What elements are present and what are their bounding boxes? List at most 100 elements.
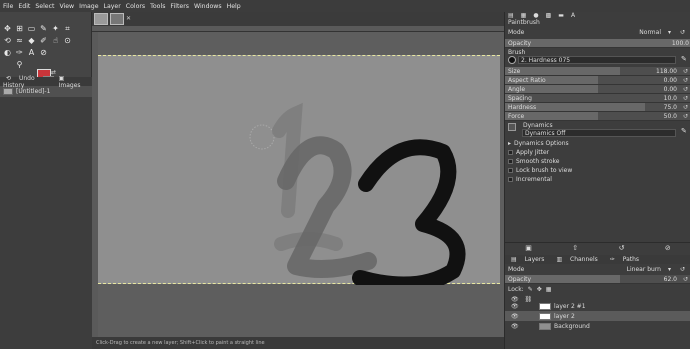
free-select-icon[interactable]: ✎ — [38, 23, 49, 34]
layer-opacity-slider[interactable]: Opacity 62.0 ↺ — [505, 275, 690, 284]
layer-mode-select[interactable]: Linear burn — [627, 266, 661, 273]
save-options-icon[interactable]: ▣ — [525, 244, 532, 252]
delete-options-icon[interactable]: ⊘ — [665, 244, 671, 252]
visibility-eye-icon[interactable]: 👁 — [511, 303, 521, 310]
dynamics-field[interactable]: Dynamics Off — [522, 129, 676, 137]
menu-file[interactable]: File — [3, 3, 13, 10]
menu-help[interactable]: Help — [227, 3, 241, 10]
force-slider[interactable]: Force 50.0 ↺ — [505, 112, 690, 121]
crop-icon[interactable]: ⌗ — [62, 23, 73, 34]
close-tab-icon[interactable]: ✕ — [126, 15, 131, 22]
edit-dynamics-icon[interactable]: ✎ — [681, 127, 687, 135]
paintbrush-icon[interactable]: ✐ — [38, 35, 49, 46]
layer-name[interactable]: layer 2 #1 — [554, 303, 586, 310]
aspect-ratio-value[interactable]: 0.00 — [664, 77, 677, 84]
fonts-tab-icon[interactable]: A — [571, 12, 575, 20]
incremental-check[interactable] — [508, 177, 513, 182]
tab-images[interactable]: ▣ Images — [53, 75, 92, 89]
aspect-ratio-slider[interactable]: Aspect Ratio 0.00 ↺ — [505, 76, 690, 85]
force-value[interactable]: 50.0 — [664, 113, 677, 120]
layer-name[interactable]: Background — [554, 323, 590, 330]
lock-alpha-icon[interactable]: ▦ — [546, 286, 552, 293]
dynamics-preview-icon[interactable] — [508, 123, 516, 131]
hardness-slider[interactable]: Hardness 75.0 ↺ — [505, 103, 690, 112]
zoom-icon[interactable]: ⚲ — [14, 59, 25, 70]
size-reset-icon[interactable]: ↺ — [683, 68, 688, 75]
warp-icon[interactable]: ≈ — [14, 35, 25, 46]
menu-select[interactable]: Select — [35, 3, 54, 10]
spacing-reset-icon[interactable]: ↺ — [683, 95, 688, 102]
smooth-stroke-check[interactable] — [508, 159, 513, 164]
layer-mode-chevron-icon[interactable]: ▾ — [668, 266, 671, 273]
tab-layers[interactable]: ▤ Layers — [505, 256, 550, 263]
layer-opacity-value[interactable]: 62.0 — [664, 276, 677, 283]
apply-jitter-check[interactable] — [508, 150, 513, 155]
menu-filters[interactable]: Filters — [170, 3, 189, 10]
spacing-value[interactable]: 10.0 — [664, 95, 677, 102]
tab-channels[interactable]: ▥ Channels — [550, 256, 603, 263]
clone-icon[interactable]: ⊙ — [62, 35, 73, 46]
visibility-eye-icon[interactable]: 👁 — [511, 323, 521, 330]
chevron-down-icon[interactable]: ▾ — [668, 29, 671, 36]
mode-select[interactable]: Normal — [639, 29, 661, 36]
mode-reset-icon[interactable]: ↺ — [680, 29, 685, 36]
incremental-checkbox[interactable]: Incremental — [505, 175, 690, 184]
rect-select-icon[interactable]: ▭ — [26, 23, 37, 34]
fuzzy-select-icon[interactable]: ✦ — [50, 23, 61, 34]
image-tab-thumbnail-1[interactable] — [94, 13, 108, 25]
angle-slider[interactable]: Angle 0.00 ↺ — [505, 85, 690, 94]
edit-brush-icon[interactable]: ✎ — [681, 55, 687, 63]
layer-name[interactable]: layer 2 — [554, 313, 575, 320]
lock-position-icon[interactable]: ✥ — [537, 286, 542, 293]
apply-jitter-checkbox[interactable]: Apply Jitter — [505, 148, 690, 157]
hardness-reset-icon[interactable]: ↺ — [683, 104, 688, 111]
size-value[interactable]: 118.00 — [656, 68, 677, 75]
menu-tools[interactable]: Tools — [150, 3, 165, 10]
layer-row[interactable]: 👁 Background — [505, 321, 690, 331]
menu-windows[interactable]: Windows — [194, 3, 222, 10]
size-slider[interactable]: Size 118.00 ↺ — [505, 67, 690, 76]
restore-options-icon[interactable]: ⇧ — [572, 244, 578, 252]
fill-icon[interactable]: ◆ — [26, 35, 37, 46]
aspect-ratio-reset-icon[interactable]: ↺ — [683, 77, 688, 84]
transform-icon[interactable]: ⟲ — [2, 35, 13, 46]
align-icon[interactable]: ⊞ — [14, 23, 25, 34]
layer-opacity-reset-icon[interactable]: ↺ — [683, 276, 688, 283]
move-icon[interactable]: ✥ — [2, 23, 13, 34]
text-icon[interactable]: A — [26, 47, 37, 58]
angle-reset-icon[interactable]: ↺ — [683, 86, 688, 93]
brush-name-field[interactable]: 2. Hardness 075 — [518, 56, 676, 64]
dodge-icon[interactable]: ◐ — [2, 47, 13, 58]
lock-brush-checkbox[interactable]: Lock brush to view — [505, 166, 690, 175]
lock-pixels-icon[interactable]: ✎ — [528, 286, 533, 293]
menu-view[interactable]: View — [59, 3, 74, 10]
menu-colors[interactable]: Colors — [126, 3, 145, 10]
dynamics-options-expander[interactable]: ▸ Dynamics Options — [505, 139, 690, 148]
opacity-slider[interactable]: Opacity 100.0 — [505, 39, 690, 48]
smooth-stroke-checkbox[interactable]: Smooth stroke — [505, 157, 690, 166]
brush-preview-icon[interactable] — [508, 56, 516, 64]
smudge-icon[interactable]: ☝ — [50, 35, 61, 46]
menu-image[interactable]: Image — [79, 3, 98, 10]
spacing-slider[interactable]: Spacing 10.0 ↺ — [505, 94, 690, 103]
image-tab-thumbnail-2[interactable] — [110, 13, 124, 25]
opacity-value[interactable]: 100.0 — [672, 40, 689, 47]
path-icon[interactable]: ✑ — [14, 47, 25, 58]
hardness-value[interactable]: 75.0 — [664, 104, 677, 111]
angle-value[interactable]: 0.00 — [664, 86, 677, 93]
menu-layer[interactable]: Layer — [104, 3, 121, 10]
tab-paths[interactable]: ✑ Paths — [604, 256, 645, 263]
patterns-tab-icon[interactable]: ▩ — [546, 12, 552, 20]
menu-edit[interactable]: Edit — [18, 3, 30, 10]
reset-options-icon[interactable]: ↺ — [619, 244, 625, 252]
tab-undo-history[interactable]: ⟲ Undo History — [0, 75, 53, 89]
color-picker-icon[interactable]: ⊘ — [38, 47, 49, 58]
force-reset-icon[interactable]: ↺ — [683, 113, 688, 120]
layer-row[interactable]: 👁 layer 2 #1 — [505, 301, 690, 311]
layer-row-selected[interactable]: 👁 layer 2 — [505, 311, 690, 321]
image-canvas[interactable] — [98, 55, 500, 293]
visibility-eye-icon[interactable]: 👁 — [511, 313, 521, 320]
lock-brush-check[interactable] — [508, 168, 513, 173]
layer-mode-reset-icon[interactable]: ↺ — [680, 266, 685, 273]
gradients-tab-icon[interactable]: ▬ — [558, 12, 564, 20]
